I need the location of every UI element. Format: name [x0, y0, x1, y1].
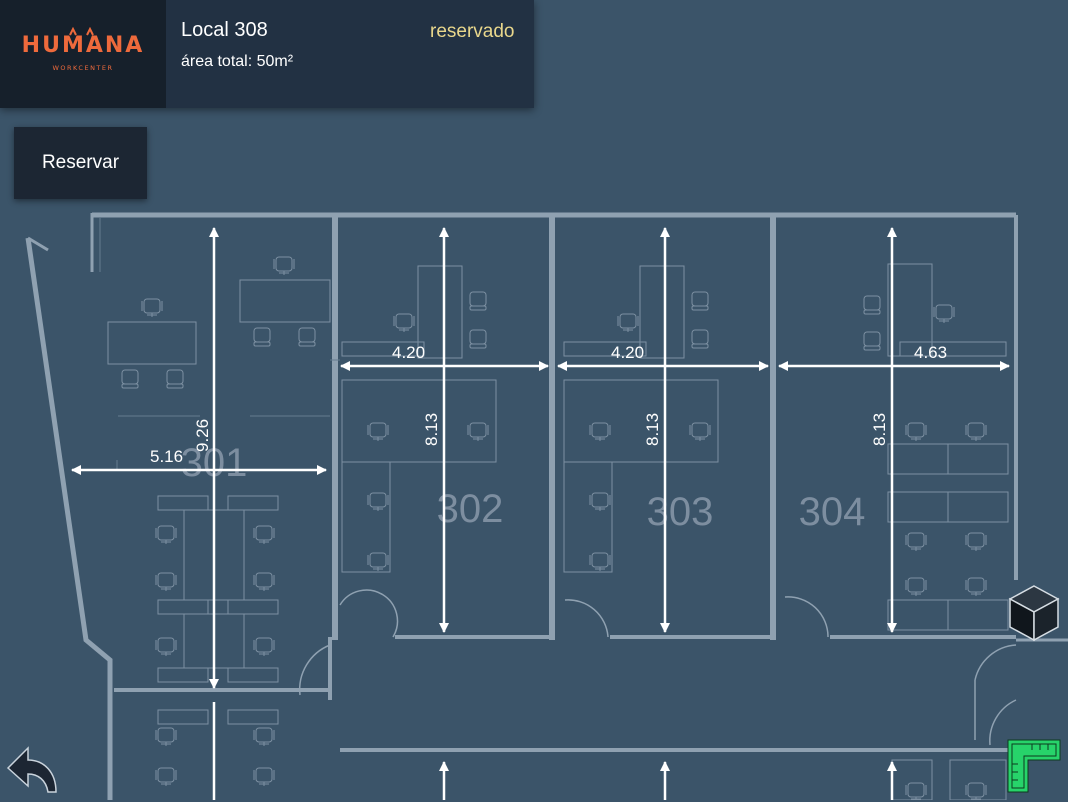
total-area: área total: 50m²	[181, 53, 294, 70]
ruler-icon	[1007, 739, 1061, 793]
furniture-301	[107, 256, 331, 787]
room-number-303: 303	[647, 490, 714, 534]
room-number-304: 304	[799, 490, 866, 534]
status-badge: reservado	[430, 21, 515, 42]
label-304-width: 4.63	[914, 343, 947, 362]
room-numbers: 301 302 303 304	[181, 441, 866, 534]
local-title: Local 308	[181, 19, 268, 41]
back-button[interactable]	[4, 742, 60, 798]
logo-name: HUMANA	[21, 33, 145, 58]
furniture-lower	[891, 759, 1007, 800]
doors	[298, 589, 1017, 746]
floor-plan: 301 302 303 304 5.16 9.26 4.20 8.13 4.20…	[25, 212, 1068, 800]
label-304-depth: 8.13	[870, 413, 889, 446]
label-301-width: 5.16	[150, 447, 183, 466]
label-302-width: 4.20	[392, 343, 425, 362]
room-number-302: 302	[437, 487, 504, 531]
label-303-depth: 8.13	[643, 413, 662, 446]
logo: HUMANA WORKCENTER	[0, 0, 166, 108]
info-header: HUMANA WORKCENTER Local 308 reservado ár…	[0, 0, 534, 108]
label-302-depth: 8.13	[422, 413, 441, 446]
dimension-labels: 5.16 9.26 4.20 8.13 4.20 8.13 4.63 8.13	[150, 343, 947, 466]
logo-tagline: WORKCENTER	[52, 64, 114, 72]
view-3d-button[interactable]	[1006, 584, 1062, 642]
walls	[25, 212, 1068, 800]
cube-icon	[1008, 585, 1060, 642]
measure-button[interactable]	[1006, 738, 1062, 794]
label-303-width: 4.20	[611, 343, 644, 362]
back-arrow-icon	[6, 746, 57, 793]
reserve-button[interactable]: Reservar	[14, 127, 147, 199]
inner-lines	[99, 218, 340, 470]
label-301-depth: 9.26	[193, 419, 212, 452]
